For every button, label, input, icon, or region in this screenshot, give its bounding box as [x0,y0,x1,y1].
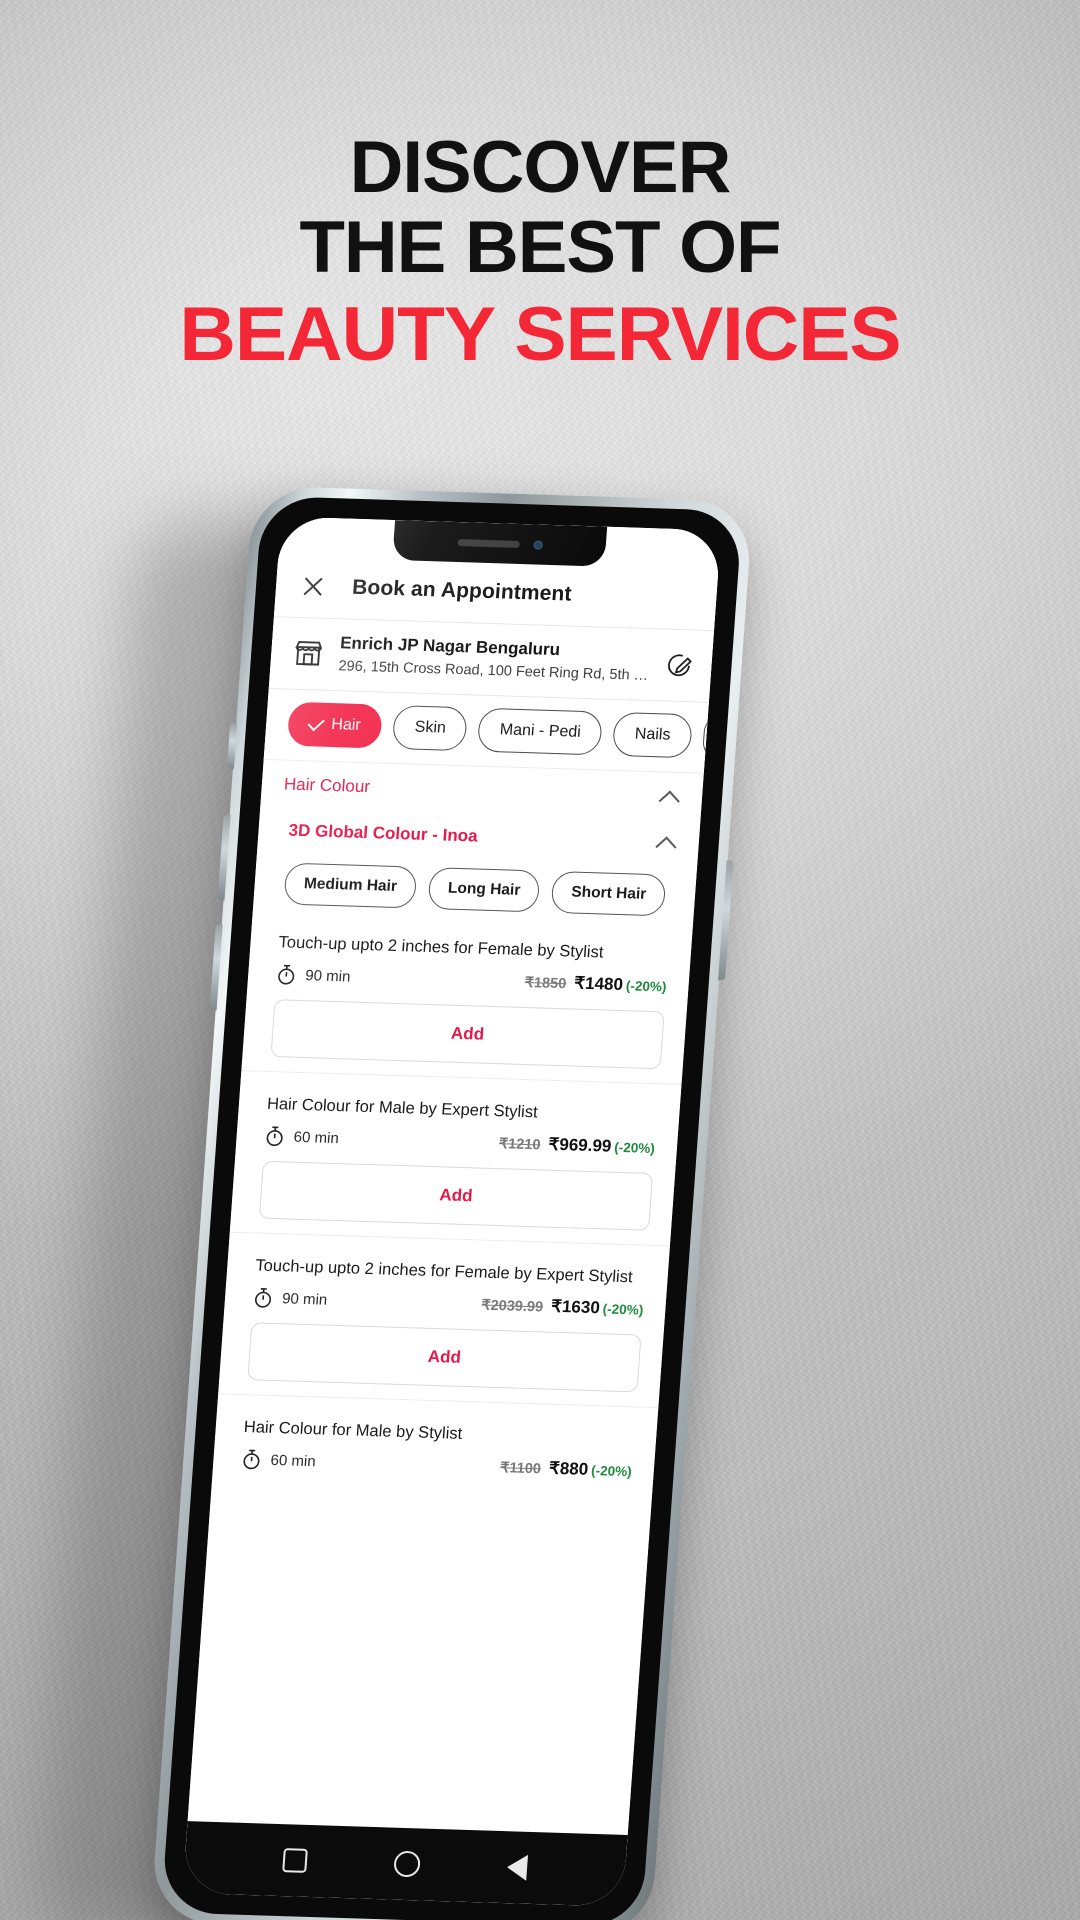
salon-text-block: Enrich JP Nagar Bengaluru 296, 15th Cros… [338,633,651,684]
front-camera-icon [532,539,543,550]
add-button[interactable]: Add [258,1160,654,1231]
service-item: Hair Colour for Male by Stylist 60 min ₹… [213,1404,658,1483]
chevron-up-icon[interactable] [660,790,681,803]
service-price-block: ₹1100 ₹880 (-20%) [500,1457,633,1481]
length-chip-label: Short Hair [570,883,647,903]
headline-line-1: DISCOVER [349,127,732,208]
category-chip-skin[interactable]: Skin [392,705,469,752]
page-title: Book an Appointment [351,575,573,606]
close-icon[interactable] [299,573,327,600]
earpiece-speaker [456,538,520,548]
phone-screen: Book an Appointment Enrich JP Nagar Beng… [182,516,722,1907]
phone-notch [392,520,608,567]
category-chip-overflow[interactable] [701,714,709,760]
timer-icon [276,963,298,986]
service-price: ₹969.99 [547,1134,613,1156]
headline-line-3: BEAUTY SERVICES [179,292,901,377]
category-chip-hair[interactable]: Hair [286,701,384,749]
edit-location-icon[interactable] [665,650,695,679]
service-price: ₹880 [548,1458,589,1479]
add-button-label: Add [438,1185,474,1206]
service-duration-label: 90 min [281,1289,328,1309]
length-chip-medium-hair[interactable]: Medium Hair [283,862,418,909]
service-name: Hair Colour for Male by Expert Stylist [266,1094,539,1122]
service-duration-label: 60 min [293,1128,340,1147]
add-button[interactable]: Add [270,999,665,1070]
service-duration: 60 min [241,1448,317,1472]
category-chip-label: Mani - Pedi [499,721,582,741]
service-discount-badge: (-20%) [613,1139,656,1157]
service-duration-label: 60 min [270,1451,317,1470]
phone-frame: Book an Appointment Enrich JP Nagar Beng… [150,485,754,1920]
service-name: Hair Colour for Male by Stylist [243,1418,463,1443]
service-item: Touch-up upto 2 inches for Female by Exp… [219,1243,669,1393]
category-chip-label: Nails [634,725,672,744]
back-icon[interactable] [506,1854,529,1881]
section-title: Hair Colour [283,774,371,797]
timer-icon [241,1448,263,1471]
add-button[interactable]: Add [247,1322,642,1393]
service-price-block: ₹2039.99 ₹1630 (-20%) [481,1295,644,1320]
timer-icon [252,1286,274,1309]
service-price-block: ₹1850 ₹1480 (-20%) [524,972,667,996]
service-price: ₹1630 [550,1296,601,1318]
service-meta: 60 min ₹1210 ₹969.99 (-20%) [264,1125,656,1159]
service-duration: 90 min [252,1286,328,1310]
poster-headline: DISCOVER THE BEST OF BEAUTY SERVICES [0,128,1080,378]
length-chip-long-hair[interactable]: Long Hair [427,867,541,913]
service-meta: 60 min ₹1100 ₹880 (-20%) [241,1448,633,1482]
service-discount-badge: (-20%) [590,1462,633,1480]
service-discount-badge: (-20%) [625,978,667,995]
timer-icon [264,1125,286,1148]
service-mrp: ₹2039.99 [480,1297,544,1316]
android-navigation-bar [182,1821,628,1907]
service-price: ₹1480 [573,973,624,995]
app-root: Book an Appointment Enrich JP Nagar Beng… [182,516,722,1907]
recent-apps-icon[interactable] [281,1848,308,1873]
service-item: Hair Colour for Male by Expert Stylist 6… [231,1081,681,1231]
phone-bezel: Book an Appointment Enrich JP Nagar Beng… [160,495,743,1920]
service-name: Touch-up upto 2 inches for Female by Sty… [277,933,605,962]
salon-name: Enrich JP Nagar Bengaluru [339,633,561,660]
add-button-label: Add [450,1023,485,1044]
service-duration: 60 min [264,1125,340,1149]
headline-line-2: THE BEST OF [299,207,781,288]
service-mrp: ₹1100 [499,1460,542,1478]
category-chip-nails[interactable]: Nails [612,711,693,759]
phone-mockup: Book an Appointment Enrich JP Nagar Beng… [34,474,754,1920]
length-chip-short-hair[interactable]: Short Hair [550,870,667,917]
category-chip-label: Hair [330,716,362,734]
service-list: Touch-up upto 2 inches for Female by Sty… [188,919,693,1835]
service-meta: 90 min ₹1850 ₹1480 (-20%) [276,963,668,997]
service-mrp: ₹1210 [498,1136,542,1154]
check-icon [307,714,325,731]
salon-address: 296, 15th Cross Road, 100 Feet Ring Rd, … [337,658,650,684]
home-icon[interactable] [393,1850,421,1878]
service-discount-badge: (-20%) [602,1301,644,1318]
add-button-label: Add [427,1346,462,1367]
service-mrp: ₹1850 [524,975,567,993]
service-duration: 90 min [276,963,352,987]
length-chip-label: Long Hair [447,879,521,899]
service-meta: 90 min ₹2039.99 ₹1630 (-20%) [252,1286,644,1320]
service-name: Touch-up upto 2 inches for Female by Exp… [254,1256,634,1287]
power-button[interactable] [718,860,734,981]
store-icon [292,638,324,667]
chevron-up-icon[interactable] [656,836,677,849]
category-chip-mani-pedi[interactable]: Mani - Pedi [477,707,604,756]
service-item: Touch-up upto 2 inches for Female by Sty… [242,919,692,1070]
length-chip-label: Medium Hair [303,875,398,895]
service-duration-label: 90 min [304,966,352,986]
service-price-block: ₹1210 ₹969.99 (-20%) [498,1133,655,1158]
subsection-title: 3D Global Colour - Inoa [288,820,479,846]
category-chip-label: Skin [414,718,447,737]
